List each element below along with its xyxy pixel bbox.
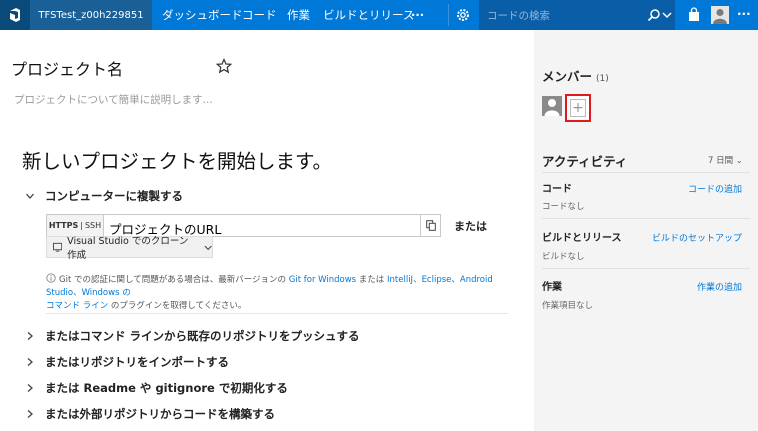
right-panel: メンバー (1) + アクティビティ 7 日間 ⌄ コード コードの追加 コードな… — [534, 30, 758, 431]
section-label: またはコマンド ラインから既存のリポジトリをプッシュする — [45, 329, 360, 343]
copy-icon — [425, 220, 436, 231]
chevron-right-icon — [27, 358, 33, 366]
project-tab[interactable]: TFSTest_z00h229851 — [30, 0, 152, 30]
clone-section-toggle[interactable]: コンピューターに複製する — [25, 188, 183, 204]
import-repo-toggle[interactable]: またはリポジトリをインポートする — [25, 354, 229, 370]
command-line-link[interactable]: コマンド ライン — [46, 301, 108, 311]
chevron-right-icon — [27, 332, 33, 340]
nav-more-button[interactable]: ··· — [411, 0, 424, 30]
activity-divider — [542, 218, 750, 219]
search-input[interactable]: コードの検索 — [487, 8, 550, 23]
activity-divider — [542, 268, 750, 269]
info-text-post: のプラグインを取得してください。 — [110, 301, 247, 311]
nav-work[interactable]: 作業 — [287, 0, 310, 30]
info-text-pre: Git での認証に関して問題がある場合は、最新バージョンの — [59, 275, 287, 285]
gear-icon[interactable] — [455, 7, 471, 23]
clone-in-visual-studio-button[interactable]: Visual Studio でのクローン作成 — [46, 236, 213, 261]
info-text-mid: または — [358, 275, 385, 285]
section-divider — [46, 313, 508, 314]
members-title: メンバー (1) — [542, 66, 609, 85]
activity-build-label: ビルドとリリース — [542, 233, 622, 244]
build-external-repo-toggle[interactable]: または外部リポジトリからコードを構築する — [25, 406, 275, 422]
section-label: または Readme や gitignore で初期化する — [45, 381, 288, 395]
user-avatar[interactable] — [711, 6, 729, 24]
chevron-right-icon — [27, 410, 33, 418]
clone-section-label: コンピューターに複製する — [45, 189, 183, 203]
code-search-box[interactable]: コードの検索 — [479, 0, 675, 30]
section-label: または外部リポジトリからコードを構築する — [45, 407, 275, 421]
members-label: メンバー — [542, 69, 593, 84]
top-nav-bar: TFSTest_z00h229851 ダッシュボード コード 作業 ビルドとリリ… — [0, 0, 758, 30]
https-option[interactable]: HTTPS — [49, 221, 78, 230]
add-member-button[interactable]: + — [565, 94, 591, 122]
visual-studio-icon — [53, 242, 63, 252]
chevron-down-icon — [204, 245, 212, 250]
push-existing-repo-toggle[interactable]: またはコマンド ラインから既存のリポジトリをプッシュする — [25, 328, 360, 344]
activity-build-status: ビルドなし — [542, 252, 585, 262]
nav-dashboard[interactable]: ダッシュボード — [162, 0, 243, 30]
git-for-windows-link[interactable]: Git for Windows — [289, 275, 356, 285]
activity-work-status: 作業項目なし — [542, 301, 594, 311]
activity-period-label: 7 日間 — [708, 156, 734, 166]
activity-divider — [542, 172, 750, 173]
setup-build-link[interactable]: ビルドのセットアップ — [652, 231, 742, 244]
section-label: またはリポジトリをインポートする — [45, 355, 229, 369]
project-description-input[interactable]: プロジェクトについて簡単に説明します... — [14, 92, 213, 107]
project-name: プロジェクト名 — [11, 60, 124, 79]
activity-work-label: 作業 — [542, 282, 562, 293]
members-count: (1) — [596, 74, 609, 84]
activity-code-status: コードなし — [542, 202, 585, 212]
chevron-right-icon — [27, 384, 33, 392]
or-label: または — [454, 220, 487, 233]
info-icon — [46, 273, 56, 283]
vs-clone-label: Visual Studio でのクローン作成 — [67, 236, 189, 261]
plus-icon: + — [570, 99, 586, 117]
activity-period-dropdown[interactable]: 7 日間 ⌄ — [708, 154, 743, 166]
nav-code[interactable]: コード — [242, 0, 277, 30]
protocol-separator: | — [80, 221, 83, 230]
activity-code-label: コード — [542, 184, 572, 195]
page-heading: 新しいプロジェクトを開始します。 — [22, 150, 333, 173]
nav-divider — [448, 4, 449, 26]
chevron-down-icon: ⌄ — [735, 156, 743, 165]
git-help-note: Git での認証に関して問題がある場合は、最新バージョンの Git for Wi… — [46, 273, 516, 313]
favorite-star-icon[interactable] — [216, 58, 232, 74]
member-avatar[interactable] — [542, 96, 562, 116]
nav-build-release[interactable]: ビルドとリリース — [323, 0, 414, 30]
add-work-link[interactable]: 作業の追加 — [697, 280, 742, 293]
copy-url-button[interactable] — [420, 215, 440, 236]
activity-title: アクティビティ — [542, 154, 628, 169]
search-icon[interactable] — [647, 8, 661, 22]
chevron-down-icon[interactable] — [661, 9, 673, 21]
marketplace-bag-icon[interactable] — [686, 7, 702, 23]
ssh-option[interactable]: SSH — [85, 221, 101, 230]
add-code-link[interactable]: コードの追加 — [688, 182, 742, 195]
vsts-logo-icon[interactable] — [0, 0, 30, 30]
more-options-button[interactable]: ··· — [737, 7, 751, 21]
initialize-readme-toggle[interactable]: または Readme や gitignore で初期化する — [25, 380, 288, 396]
chevron-down-icon — [26, 193, 34, 199]
